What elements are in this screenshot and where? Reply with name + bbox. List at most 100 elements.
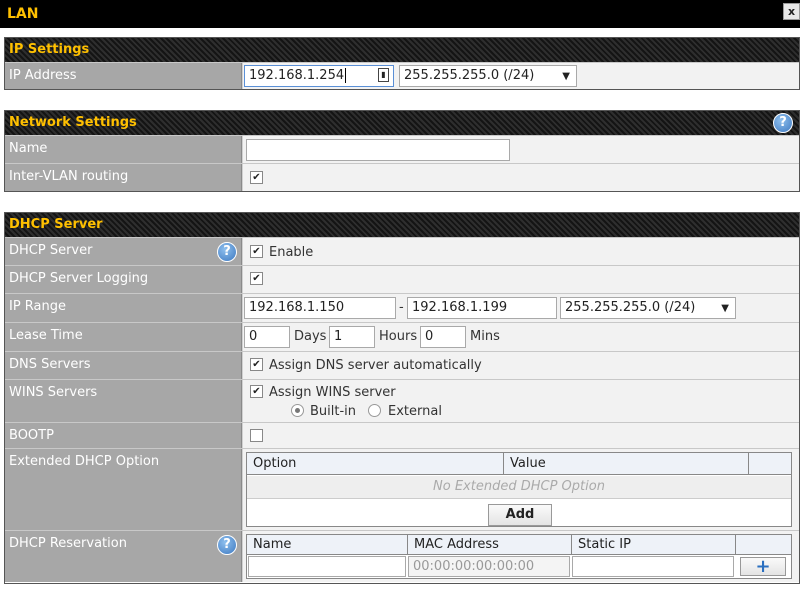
window-titlebar: LAN x (0, 0, 800, 28)
dhcp-server-label-cell: DHCP Server ? (5, 238, 242, 265)
dhcp-logging-row: DHCP Server Logging ✔ (5, 265, 799, 293)
dhcp-reservation-table: Name MAC Address Static IP 00:00:00:00:0… (246, 534, 792, 579)
ip-subnet-value: 255.255.255.0 (/24) (404, 68, 535, 83)
res-mac-input[interactable]: 00:00:00:00:00:00 (408, 556, 570, 577)
window-title: LAN (7, 6, 39, 22)
extended-dhcp-option-row: Extended DHCP Option Option Value No Ext… (5, 448, 799, 530)
name-input[interactable] (246, 139, 510, 161)
wins-assign-checkbox[interactable]: ✔ (250, 385, 263, 398)
chevron-down-icon: ▼ (562, 71, 570, 82)
bootp-row: BOOTP (5, 422, 799, 448)
lease-time-value-cell: 0 Days 1 Hours 0 Mins (242, 323, 799, 351)
dhcp-logging-checkbox[interactable]: ✔ (250, 272, 263, 285)
help-icon[interactable]: ? (773, 113, 793, 133)
ext-col-divider (748, 453, 749, 475)
ip-address-text: 192.168.1.254 (249, 68, 345, 83)
wins-builtin-label: Built-in (310, 404, 357, 419)
extended-dhcp-option-value-cell: Option Value No Extended DHCP Option Add (242, 449, 799, 530)
res-col-ip: Static IP (578, 537, 631, 552)
chevron-down-icon: ▼ (721, 303, 729, 314)
ext-col-divider (503, 453, 504, 475)
plus-icon: + (755, 556, 771, 577)
dhcp-logging-label: DHCP Server Logging (5, 266, 242, 293)
ip-range-label: IP Range (5, 294, 242, 322)
res-col-divider (735, 535, 736, 555)
ext-col-value: Value (510, 456, 546, 471)
wins-assign-label: Assign WINS server (269, 385, 396, 400)
inter-vlan-value-cell: ✔ (242, 164, 799, 191)
bootp-label: BOOTP (5, 423, 242, 448)
wins-servers-row: WINS Servers ✔ Assign WINS server Built-… (5, 379, 799, 422)
ip-address-label: IP Address (5, 63, 242, 89)
password-manager-icon[interactable]: ▮ (378, 68, 389, 82)
ip-address-value-cell: 192.168.1.254 ▮ 255.255.255.0 (/24) ▼ (242, 63, 799, 89)
dhcp-logging-value-cell: ✔ (242, 266, 799, 293)
network-settings-header: Network Settings ? (5, 111, 799, 135)
inter-vlan-label: Inter-VLAN routing (5, 164, 242, 191)
dhcp-server-value-cell: ✔ Enable (242, 238, 799, 265)
name-label: Name (5, 136, 242, 163)
ip-address-input[interactable]: 192.168.1.254 ▮ (244, 65, 394, 87)
lease-days-input[interactable]: 0 (244, 326, 290, 348)
wins-external-label: External (388, 404, 442, 419)
ext-empty-text: No Extended DHCP Option (433, 479, 605, 494)
dns-servers-row: DNS Servers ✔ Assign DNS server automati… (5, 351, 799, 379)
name-row: Name (5, 135, 799, 163)
ip-settings-header: IP Settings (5, 38, 799, 62)
lease-hours-label: Hours (379, 329, 418, 344)
ip-range-end-input[interactable]: 192.168.1.199 (407, 297, 557, 319)
res-ip-input[interactable] (572, 556, 734, 577)
wins-servers-value-cell: ✔ Assign WINS server Built-in External (242, 380, 799, 422)
ip-range-separator: - (399, 300, 404, 315)
bootp-checkbox[interactable] (250, 429, 263, 442)
ip-range-mask-select[interactable]: 255.255.255.0 (/24) ▼ (560, 297, 736, 319)
res-table-header: Name MAC Address Static IP (247, 535, 791, 555)
ip-range-value-cell: 192.168.1.150 - 192.168.1.199 255.255.25… (242, 294, 799, 322)
ip-address-row: IP Address 192.168.1.254 ▮ 255.255.255.0… (5, 62, 799, 89)
network-settings-title: Network Settings (9, 115, 137, 130)
extended-dhcp-option-label: Extended DHCP Option (5, 449, 242, 530)
extended-dhcp-option-table: Option Value No Extended DHCP Option Add (246, 452, 792, 527)
ext-empty-row: No Extended DHCP Option (247, 476, 791, 499)
dhcp-server-row: DHCP Server ? ✔ Enable (5, 237, 799, 265)
dhcp-reservation-row: DHCP Reservation ? Name MAC Address Stat… (5, 530, 799, 582)
res-col-divider (407, 535, 408, 555)
res-col-mac: MAC Address (414, 537, 499, 552)
ext-add-button[interactable]: Add (488, 504, 552, 526)
close-icon[interactable]: x (783, 3, 800, 20)
dhcp-enable-label: Enable (269, 245, 314, 260)
wins-builtin-radio[interactable] (291, 404, 304, 417)
help-icon[interactable]: ? (217, 242, 237, 262)
res-name-input[interactable] (248, 556, 406, 577)
lease-time-row: Lease Time 0 Days 1 Hours 0 Mins (5, 322, 799, 351)
lease-time-label: Lease Time (5, 323, 242, 351)
bootp-value-cell (242, 423, 799, 448)
ext-table-header: Option Value (247, 453, 791, 475)
text-cursor (345, 68, 347, 83)
dhcp-reservation-label: DHCP Reservation (9, 536, 127, 551)
ip-range-start-input[interactable]: 192.168.1.150 (244, 297, 396, 319)
help-icon[interactable]: ? (217, 535, 237, 555)
dhcp-enable-checkbox[interactable]: ✔ (250, 245, 263, 258)
wins-servers-label: WINS Servers (5, 380, 242, 422)
dhcp-reservation-value-cell: Name MAC Address Static IP 00:00:00:00:0… (242, 531, 799, 582)
res-add-button[interactable]: + (740, 557, 786, 576)
name-value-cell (242, 136, 799, 163)
ext-col-option: Option (253, 456, 297, 471)
dns-servers-value-cell: ✔ Assign DNS server automatically (242, 352, 799, 379)
lease-mins-label: Mins (470, 329, 500, 344)
res-col-divider (571, 535, 572, 555)
ip-settings-section: IP Settings IP Address 192.168.1.254 ▮ 2… (4, 37, 800, 90)
ip-range-mask-value: 255.255.255.0 (/24) (565, 300, 696, 315)
dhcp-server-label: DHCP Server (9, 243, 93, 258)
lease-hours-input[interactable]: 1 (329, 326, 375, 348)
dns-auto-checkbox[interactable]: ✔ (250, 358, 263, 371)
inter-vlan-checkbox[interactable]: ✔ (250, 171, 263, 184)
lease-days-label: Days (294, 329, 327, 344)
dhcp-server-section: DHCP Server DHCP Server ? ✔ Enable DHCP … (4, 212, 800, 584)
wins-external-radio[interactable] (368, 404, 381, 417)
ip-subnet-select[interactable]: 255.255.255.0 (/24) ▼ (399, 65, 577, 87)
dhcp-server-header: DHCP Server (5, 213, 799, 237)
dns-auto-label: Assign DNS server automatically (269, 358, 482, 373)
lease-mins-input[interactable]: 0 (420, 326, 466, 348)
